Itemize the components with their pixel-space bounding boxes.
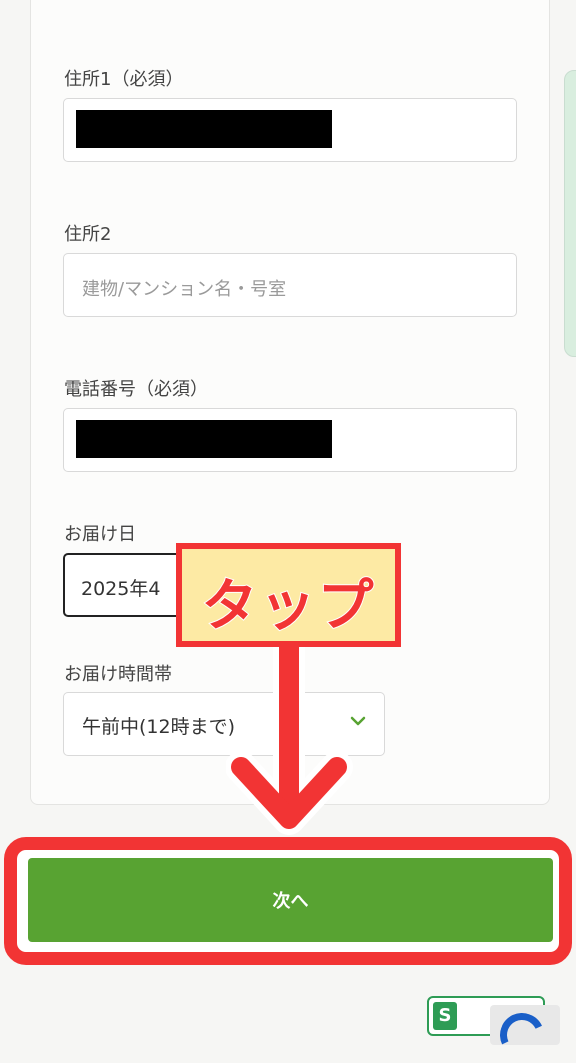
side-panel-tab[interactable]	[564, 70, 576, 357]
delivery-time-value: 午前中(12時まで)	[82, 716, 236, 738]
next-button[interactable]: 次へ	[28, 858, 553, 942]
phone-field[interactable]	[63, 408, 517, 472]
security-badge-icon: S	[433, 1002, 457, 1030]
recaptcha-icon	[493, 1006, 551, 1063]
redacted-value	[76, 420, 332, 458]
delivery-date-label: お届け日	[64, 524, 136, 545]
callout-text: タップ	[201, 573, 376, 640]
address2-label: 住所2	[64, 224, 112, 245]
address1-label: 住所1（必須）	[64, 69, 184, 90]
address2-field[interactable]: 建物/マンション名・号室	[63, 253, 517, 317]
recaptcha-badge[interactable]	[490, 1005, 560, 1063]
redacted-value	[76, 110, 332, 148]
address2-placeholder: 建物/マンション名・号室	[82, 279, 287, 300]
delivery-date-value: 2025年4	[81, 578, 161, 600]
tap-callout: タップ	[176, 543, 401, 647]
arrow-down-icon	[226, 647, 353, 835]
phone-label: 電話番号（必須）	[64, 379, 208, 400]
address1-field[interactable]	[63, 98, 517, 162]
delivery-time-label: お届け時間帯	[64, 664, 172, 685]
